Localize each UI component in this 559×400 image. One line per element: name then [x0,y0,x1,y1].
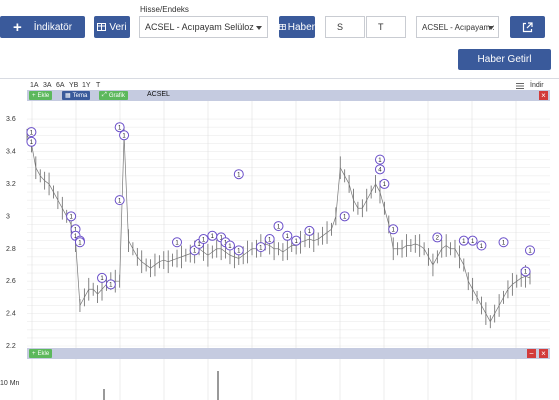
chevron-down-icon [488,26,494,30]
graph-button[interactable]: ⤢ Grafik [99,91,128,100]
chevron-down-icon [256,26,262,30]
palette-icon: ▦ [65,93,71,99]
toolbar-divider [0,78,559,79]
download-link[interactable]: İndir [530,82,544,89]
close-icon: × [541,91,546,100]
graph-icon: ⤢ [102,92,107,98]
price-close-button[interactable]: × [539,91,548,100]
start-date-input[interactable]: S [325,16,365,38]
external-link-button[interactable] [510,16,545,38]
close-icon: × [541,349,546,358]
period-yb[interactable]: YB [69,82,78,89]
haber-getir-button[interactable]: Haber Getirl [458,49,551,70]
haber-button[interactable]: Haber [279,16,315,38]
volume-minimize-button[interactable]: − [527,349,536,358]
hisse-select[interactable]: ACSEL - Acıpayam Selüloz [139,16,268,38]
y-tick-label: 3.6 [6,116,16,123]
graph-label: Grafik [108,92,125,99]
news-icon [279,24,286,30]
price-panel-header: + Ekle ▦ Tema ⤢ Grafik ACSEL × [27,90,550,101]
price-chart: 3.63.43.232.82.62.42.21111111111111111 11… [6,101,550,351]
period-6a[interactable]: 6A [56,82,65,89]
hisse-label: Hisse/Endeks [140,5,189,14]
volume-chart [31,359,517,400]
news-stock-select[interactable]: ACSEL - Acıpayam : [416,16,499,38]
external-link-icon [522,21,533,32]
end-date-input[interactable]: T [366,16,406,38]
price-add-label: Ekle [37,92,50,99]
price-add-button[interactable]: + Ekle [29,91,53,100]
period-t[interactable]: T [96,82,100,89]
period-1a[interactable]: 1A [30,82,39,89]
plus-icon: + [32,350,36,357]
y-tick-label: 2.2 [6,343,16,350]
haber-label: Haber [287,21,315,33]
plus-icon: + [12,18,22,36]
y-tick-label: 3.2 [6,181,16,188]
table-icon [97,23,107,31]
volume-add-button[interactable]: + Ekle [29,349,53,358]
theme-button[interactable]: ▦ Tema [62,91,91,100]
news-stock-select-value: ACSEL - Acıpayam : [422,22,495,32]
end-date-text: T [378,22,384,32]
theme-label: Tema [72,92,88,99]
y-tick-label: 3.4 [6,149,16,156]
start-date-text: S [337,22,344,32]
y-tick-label: 2.4 [6,311,16,318]
minimize-icon: − [529,349,534,358]
y-tick-label: 2.6 [6,278,16,285]
volume-axis-label: 10 Mn [0,380,20,387]
volume-close-button[interactable]: × [539,349,548,358]
volume-add-label: Ekle [37,350,50,357]
indicator-button[interactable]: + İndikatör [0,16,85,38]
hisse-select-value: ACSEL - Acıpayam Selüloz [145,22,254,32]
veri-button[interactable]: Veri [94,16,130,38]
symbol-title: ACSEL [147,91,170,98]
period-1y[interactable]: 1Y [82,82,91,89]
menu-icon[interactable] [516,83,524,89]
plus-icon: + [32,92,36,99]
y-tick-label: 2.8 [6,246,16,253]
period-3a[interactable]: 3A [43,82,52,89]
veri-label: Veri [109,21,127,33]
volume-panel-header: + Ekle − × [27,348,550,359]
haber-getir-label: Haber Getirl [477,54,532,65]
y-tick-label: 3 [6,213,10,220]
indicator-label: İndikatör [33,21,73,33]
